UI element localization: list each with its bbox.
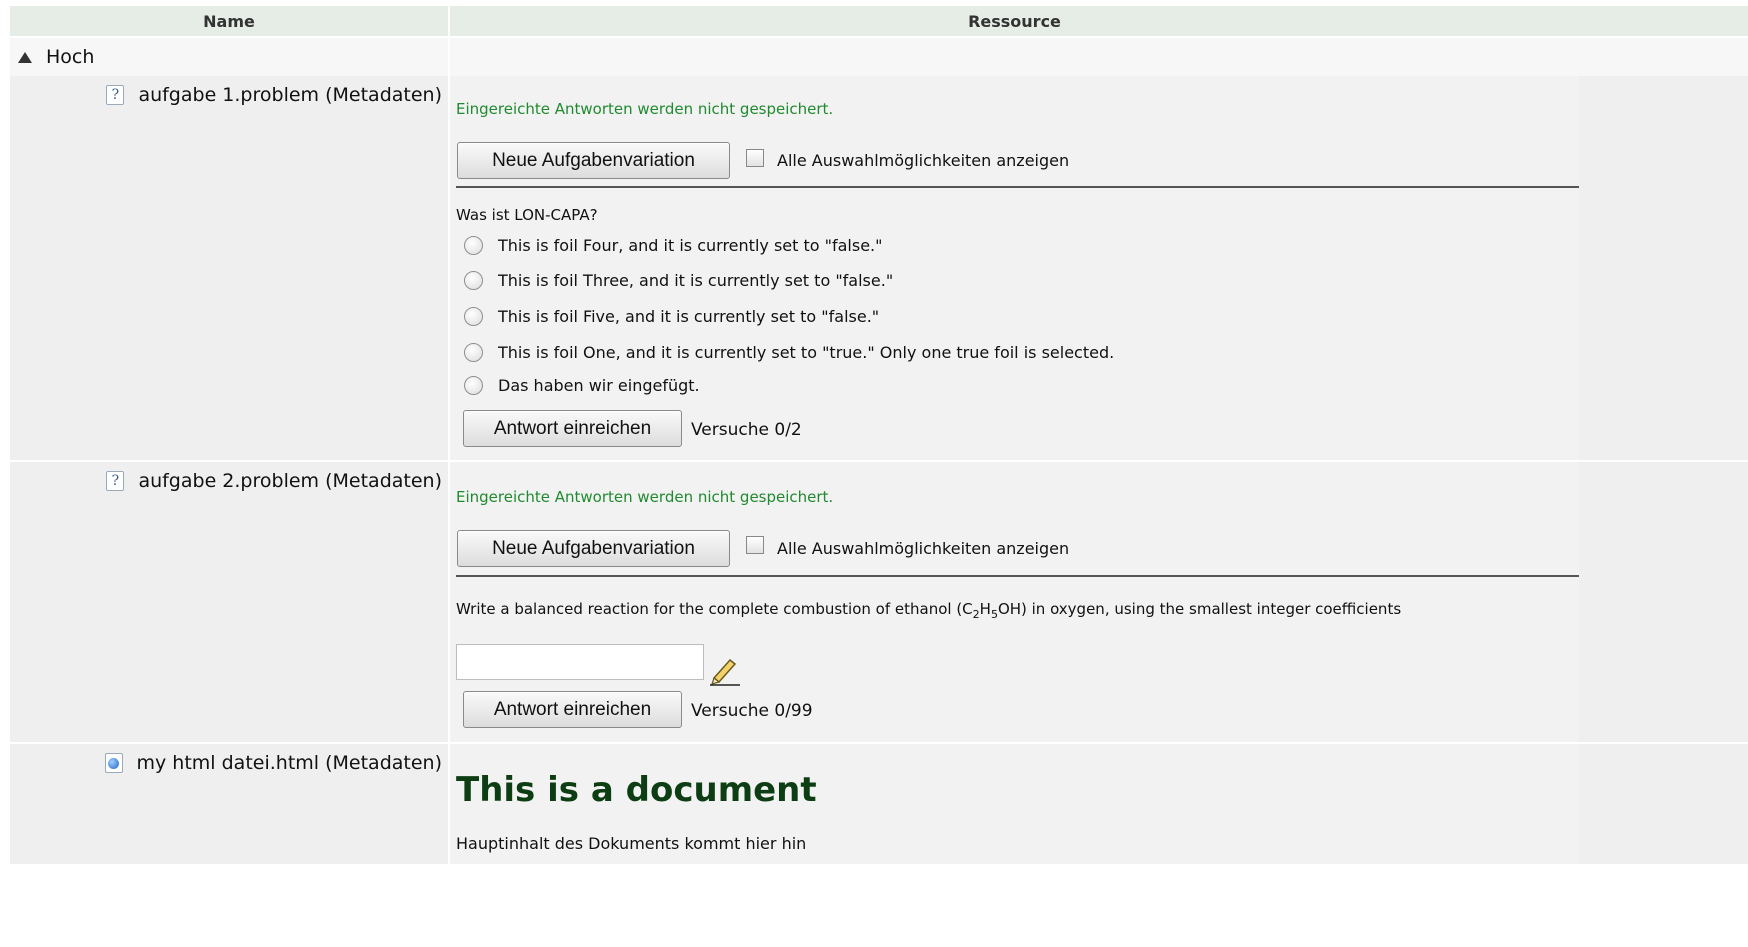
- submit-answer-button[interactable]: Antwort einreichen: [463, 410, 682, 447]
- folder-row[interactable]: Hoch: [10, 38, 1748, 76]
- resource-name-cell: ? aufgabe 1.problem (Metadaten): [10, 76, 450, 460]
- foil-label: This is foil Three, and it is currently …: [498, 271, 894, 290]
- document-title: This is a document: [456, 770, 817, 810]
- show-all-checkbox[interactable]: [746, 536, 764, 554]
- folder-cell[interactable]: Hoch: [10, 38, 450, 76]
- question-text: Was ist LON-CAPA?: [456, 206, 598, 224]
- resource-content-cell: Eingereichte Antworten werden nicht gesp…: [450, 76, 1579, 460]
- table-row: ? aufgabe 2.problem (Metadaten) Eingerei…: [10, 462, 1748, 744]
- resource-link[interactable]: aufgabe 2.problem: [138, 470, 319, 492]
- foil-label: Das haben wir eingefügt.: [498, 376, 700, 395]
- resource-title: my html datei.html (Metadaten): [104, 752, 442, 774]
- column-header-resource[interactable]: Ressource: [450, 6, 1579, 36]
- divider: [456, 575, 1579, 577]
- show-all-label: Alle Auswahlmöglichkeiten anzeigen: [777, 151, 1070, 170]
- metadata-link[interactable]: (Metadaten): [325, 84, 442, 106]
- table-row: ? aufgabe 1.problem (Metadaten) Eingerei…: [10, 76, 1748, 462]
- resource-listing-page: Name Ressource Hoch ? aufgabe 1.problem …: [0, 0, 1748, 947]
- show-all-checkbox[interactable]: [746, 149, 764, 167]
- show-all-label: Alle Auswahlmöglichkeiten anzeigen: [777, 539, 1070, 558]
- new-variation-button[interactable]: Neue Aufgabenvariation: [457, 530, 730, 567]
- tries-counter: Versuche 0/99: [691, 701, 813, 721]
- foil-option[interactable]: This is foil Five, and it is currently s…: [464, 307, 879, 326]
- foil-option[interactable]: This is foil One, and it is currently se…: [464, 343, 1114, 362]
- document-body: Hauptinhalt des Dokuments kommt hier hin: [456, 834, 807, 853]
- foil-option[interactable]: Das haben wir eingefügt.: [464, 376, 700, 395]
- resource-name-cell: ? aufgabe 2.problem (Metadaten): [10, 462, 450, 742]
- folder-label[interactable]: Hoch: [46, 46, 94, 68]
- resource-content-cell: Eingereichte Antworten werden nicht gesp…: [450, 462, 1579, 742]
- foil-label: This is foil One, and it is currently se…: [498, 343, 1115, 362]
- new-variation-button[interactable]: Neue Aufgabenvariation: [457, 142, 730, 179]
- answer-input[interactable]: [456, 644, 704, 680]
- pencil-icon[interactable]: [708, 652, 742, 686]
- triangle-up-icon[interactable]: [18, 51, 32, 63]
- submit-answer-button[interactable]: Antwort einreichen: [463, 691, 682, 728]
- resource-title: ? aufgabe 1.problem (Metadaten): [106, 84, 442, 106]
- web-page-icon[interactable]: [104, 753, 123, 773]
- foil-label: This is foil Four, and it is currently s…: [498, 236, 883, 255]
- resource-link[interactable]: my html datei.html: [137, 752, 320, 774]
- table-row: my html datei.html (Metadaten) This is a…: [10, 744, 1748, 866]
- radio-button[interactable]: [464, 271, 483, 290]
- folder-resource-cell: [450, 38, 1579, 76]
- column-header-name[interactable]: Name: [10, 6, 450, 36]
- resource-name-cell: my html datei.html (Metadaten): [10, 744, 450, 864]
- foil-label: This is foil Five, and it is currently s…: [498, 307, 880, 326]
- metadata-link[interactable]: (Metadaten): [325, 470, 442, 492]
- foil-option[interactable]: This is foil Three, and it is currently …: [464, 271, 893, 290]
- problem-icon[interactable]: ?: [106, 85, 125, 105]
- resource-content-cell: This is a document Hauptinhalt des Dokum…: [450, 744, 1579, 864]
- radio-button[interactable]: [464, 307, 483, 326]
- foil-option[interactable]: This is foil Four, and it is currently s…: [464, 236, 883, 255]
- saved-note: Eingereichte Antworten werden nicht gesp…: [456, 488, 834, 506]
- problem-icon[interactable]: ?: [106, 471, 125, 491]
- question-text: Write a balanced reaction for the comple…: [456, 600, 1402, 621]
- resource-link[interactable]: aufgabe 1.problem: [138, 84, 319, 106]
- resource-title: ? aufgabe 2.problem (Metadaten): [106, 470, 442, 492]
- radio-button[interactable]: [464, 236, 483, 255]
- resource-table: Name Ressource Hoch ? aufgabe 1.problem …: [10, 6, 1748, 866]
- saved-note: Eingereichte Antworten werden nicht gesp…: [456, 100, 834, 118]
- metadata-link[interactable]: (Metadaten): [325, 752, 442, 774]
- tries-counter: Versuche 0/2: [691, 420, 802, 440]
- radio-button[interactable]: [464, 376, 483, 395]
- table-header: Name Ressource: [10, 6, 1748, 38]
- divider: [456, 186, 1579, 188]
- radio-button[interactable]: [464, 343, 483, 362]
